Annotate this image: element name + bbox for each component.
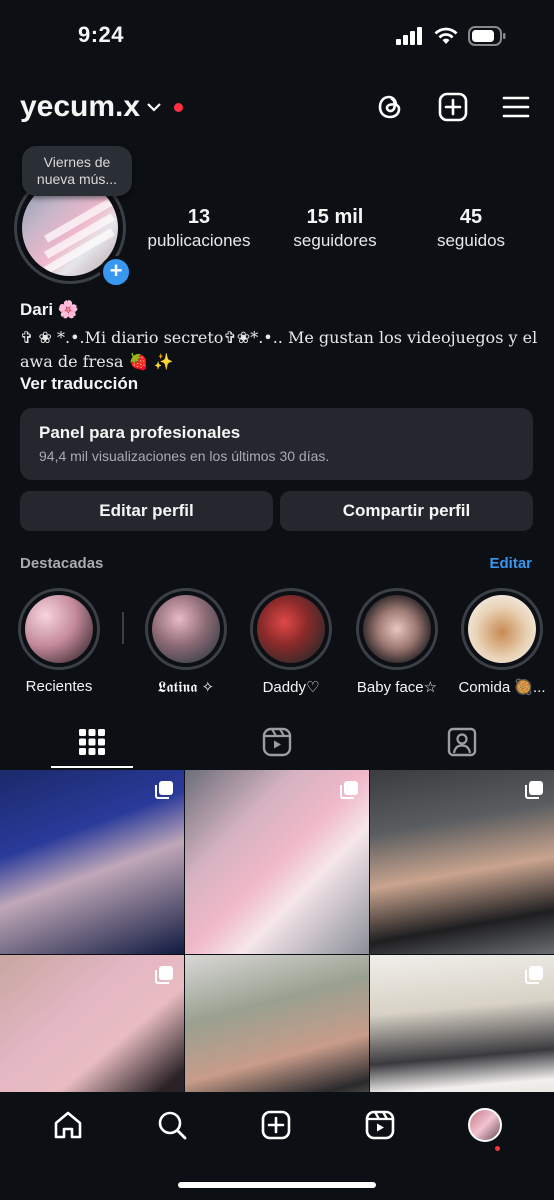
highlight-separator	[122, 612, 124, 644]
highlight-label: Daddy♡	[262, 679, 320, 696]
signal-icon	[396, 27, 422, 45]
highlight-label: Baby face☆	[356, 679, 438, 696]
post-thumbnail[interactable]	[185, 770, 369, 954]
highlight-cover	[363, 595, 431, 663]
post-thumbnail[interactable]	[370, 770, 554, 954]
stat-following[interactable]: 45 seguidos	[412, 206, 530, 251]
battery-icon	[468, 26, 506, 46]
highlight-cover	[25, 595, 93, 663]
carousel-icon	[525, 966, 543, 984]
panel-title: Panel para profesionales	[39, 423, 241, 442]
status-icons	[396, 26, 506, 46]
tagged-person-icon	[447, 727, 476, 757]
highlight-cover	[257, 595, 325, 663]
highlight-cover	[152, 595, 220, 663]
profile-nav-avatar[interactable]	[468, 1108, 502, 1142]
stat-value: 45	[459, 206, 483, 228]
note-bubble[interactable]: Viernes de nueva mús...	[22, 146, 132, 196]
reels-icon	[262, 727, 292, 757]
reels-nav-icon[interactable]	[364, 1109, 396, 1141]
highlight-label: Recientes	[25, 678, 93, 695]
tab-reels[interactable]	[185, 716, 370, 768]
tab-posts-grid[interactable]	[0, 716, 185, 768]
profile-notification-dot	[495, 1146, 500, 1151]
content-tabs	[0, 716, 554, 768]
post-thumbnail[interactable]	[0, 770, 184, 954]
stat-posts[interactable]: 13 publicaciones	[140, 206, 258, 251]
notification-dot	[174, 102, 184, 112]
search-icon[interactable]	[156, 1109, 188, 1141]
carousel-icon	[340, 781, 358, 799]
home-icon[interactable]	[52, 1109, 84, 1141]
stat-label: publicaciones	[147, 231, 251, 250]
share-profile-button[interactable]: Compartir perfil	[280, 491, 533, 531]
add-story-button[interactable]: +	[100, 256, 132, 288]
wifi-icon	[434, 27, 458, 44]
highlight-label: 𝕷𝖆𝖙𝖎𝖓𝖆 ✧	[157, 679, 215, 696]
highlight-item[interactable]: Daddy♡	[250, 588, 332, 696]
header-actions	[376, 92, 530, 122]
highlight-item[interactable]: 𝕷𝖆𝖙𝖎𝖓𝖆 ✧	[145, 588, 227, 696]
highlight-item[interactable]: Recientes	[18, 588, 100, 695]
highlight-item[interactable]: Comida 🥘...	[458, 588, 546, 696]
home-indicator	[178, 1182, 376, 1188]
carousel-icon	[155, 781, 173, 799]
professional-dashboard[interactable]: Panel para profesionales 94,4 mil visual…	[20, 408, 533, 480]
stat-label: seguidos	[436, 231, 506, 250]
create-post-icon[interactable]	[438, 92, 468, 122]
menu-icon[interactable]	[502, 95, 530, 119]
active-tab-indicator	[51, 766, 133, 768]
tab-tagged[interactable]	[369, 716, 554, 768]
username-switcher[interactable]: yecum.x	[20, 90, 184, 124]
highlight-label: Comida 🥘...	[458, 679, 546, 696]
stat-value: 15 mil	[306, 206, 364, 228]
carousel-icon	[525, 781, 543, 799]
status-time: 9:24	[78, 22, 125, 47]
profile-bio: ✞ ❀ *.•.Mi diario secreto✞❀*.•.. Me gust…	[20, 328, 538, 371]
grid-icon	[79, 729, 106, 755]
posts-grid	[0, 770, 554, 1139]
chevron-down-icon	[147, 103, 161, 112]
profile-name: Dari 🌸	[20, 300, 79, 319]
create-icon[interactable]	[260, 1109, 292, 1141]
stat-followers[interactable]: 15 mil seguidores	[276, 206, 394, 251]
edit-profile-button[interactable]: Editar perfil	[20, 491, 273, 531]
stat-value: 13	[187, 206, 211, 228]
highlights-label: Destacadas	[20, 555, 104, 572]
see-translation-link[interactable]: Ver traducción	[20, 374, 138, 394]
highlight-item[interactable]: Baby face☆	[356, 588, 438, 696]
threads-icon[interactable]	[376, 92, 404, 122]
username: yecum.x	[20, 90, 141, 123]
stat-label: seguidores	[293, 231, 377, 250]
highlight-cover	[468, 595, 536, 663]
carousel-icon	[155, 966, 173, 984]
panel-subtitle: 94,4 mil visualizaciones en los últimos …	[39, 448, 330, 464]
highlights-edit-link[interactable]: Editar	[489, 555, 532, 572]
